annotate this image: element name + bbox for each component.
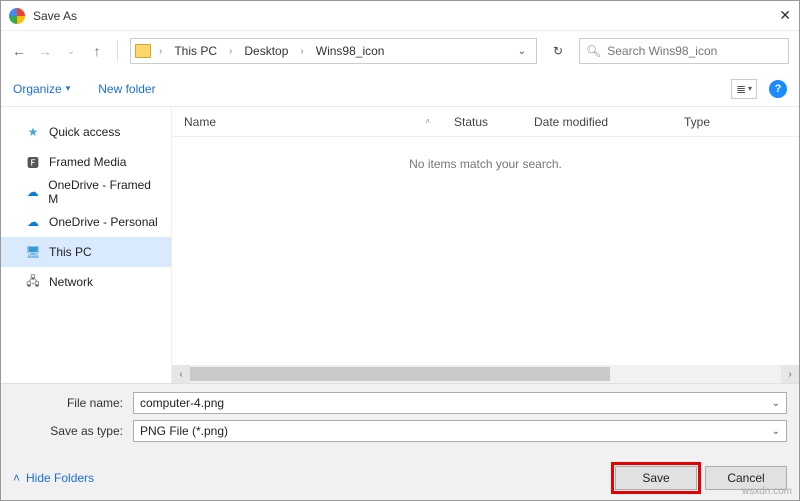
close-button[interactable]: ✕	[751, 7, 791, 24]
help-button[interactable]: ?	[769, 80, 787, 98]
savetype-label: Save as type:	[13, 424, 133, 438]
window-title: Save As	[33, 9, 751, 23]
navigation-row: ← → ⌄ ↑ › This PC › Desktop › Wins98_ico…	[1, 31, 799, 71]
chevron-up-icon: ˄	[13, 471, 20, 485]
chevron-down-icon[interactable]: ⌄	[772, 398, 780, 409]
star-icon: ★	[25, 124, 41, 140]
media-icon: 🅵	[25, 154, 41, 170]
breadcrumb-desktop[interactable]: Desktop	[240, 42, 292, 60]
view-options-button[interactable]: ≣ ▾	[731, 79, 757, 99]
save-as-dialog: Save As ✕ ← → ⌄ ↑ › This PC › Desktop › …	[0, 0, 800, 501]
sidebar-item-onedrive-personal[interactable]: ☁ OneDrive - Personal	[1, 207, 171, 237]
filename-input[interactable]: computer-4.png ⌄	[133, 392, 787, 414]
new-folder-button[interactable]: New folder	[98, 82, 155, 96]
organize-menu[interactable]: Organize ▾	[13, 82, 70, 96]
sidebar-item-quick-access[interactable]: ★ Quick access	[1, 117, 171, 147]
chevron-icon[interactable]: ›	[296, 46, 307, 57]
folder-icon	[135, 44, 151, 58]
breadcrumb-thispc[interactable]: This PC	[170, 42, 221, 60]
refresh-button[interactable]: ↻	[543, 38, 573, 64]
empty-message: No items match your search.	[172, 137, 799, 365]
column-type[interactable]: Type	[672, 115, 799, 129]
breadcrumb-bar[interactable]: › This PC › Desktop › Wins98_icon ⌄	[130, 38, 537, 64]
separator	[117, 40, 118, 62]
watermark: wsxdn.com	[742, 486, 792, 497]
organize-label: Organize	[13, 82, 62, 96]
column-name[interactable]: Name ˄	[172, 115, 442, 129]
hide-folders-label: Hide Folders	[26, 471, 94, 485]
savetype-select[interactable]: PNG File (*.png) ⌄	[133, 420, 787, 442]
save-button[interactable]: Save	[615, 466, 697, 490]
recent-dropdown-icon[interactable]: ⌄	[63, 43, 79, 59]
chevron-down-icon: ▾	[66, 83, 71, 94]
column-status[interactable]: Status	[442, 115, 522, 129]
body-area: ★ Quick access 🅵 Framed Media ☁ OneDrive…	[1, 107, 799, 383]
search-input[interactable]	[607, 44, 782, 58]
breadcrumb-folder[interactable]: Wins98_icon	[312, 42, 389, 60]
sidebar-label: OneDrive - Personal	[49, 215, 158, 229]
sidebar-item-framed-media[interactable]: 🅵 Framed Media	[1, 147, 171, 177]
horizontal-scrollbar[interactable]: ‹ ›	[172, 365, 799, 383]
cloud-icon: ☁	[25, 184, 40, 200]
col-label: Name	[184, 115, 216, 129]
file-list-area: Name ˄ Status Date modified Type No item…	[171, 107, 799, 383]
actions-row: ˄ Hide Folders Save Cancel	[13, 448, 787, 490]
sidebar-item-this-pc[interactable]: 🖥 This PC	[1, 237, 171, 267]
scroll-left-icon[interactable]: ‹	[172, 365, 190, 383]
titlebar: Save As ✕	[1, 1, 799, 31]
sidebar-item-onedrive-framed[interactable]: ☁ OneDrive - Framed M	[1, 177, 171, 207]
chevron-icon[interactable]: ›	[225, 46, 236, 57]
toolbar: Organize ▾ New folder ≣ ▾ ?	[1, 71, 799, 107]
sidebar-label: Network	[49, 275, 93, 289]
sidebar-label: OneDrive - Framed M	[48, 178, 159, 206]
savetype-value: PNG File (*.png)	[140, 424, 772, 438]
chevron-icon[interactable]: ›	[155, 46, 166, 57]
up-button[interactable]: ↑	[89, 43, 105, 59]
sidebar-label: Framed Media	[49, 155, 126, 169]
cloud-icon: ☁	[25, 214, 41, 230]
scroll-thumb[interactable]	[190, 367, 610, 381]
sidebar-label: This PC	[49, 245, 92, 259]
sidebar-item-network[interactable]: 🖧 Network	[1, 267, 171, 297]
bottom-panel: File name: computer-4.png ⌄ Save as type…	[1, 383, 799, 500]
breadcrumb-dropdown-icon[interactable]: ⌄	[512, 46, 532, 57]
chevron-down-icon[interactable]: ⌄	[772, 426, 780, 437]
filename-label: File name:	[13, 396, 133, 410]
scroll-right-icon[interactable]: ›	[781, 365, 799, 383]
filename-row: File name: computer-4.png ⌄	[13, 392, 787, 414]
column-headers: Name ˄ Status Date modified Type	[172, 107, 799, 137]
pc-icon: 🖥	[25, 244, 41, 260]
forward-button[interactable]: →	[37, 43, 53, 59]
sidebar-label: Quick access	[49, 125, 120, 139]
savetype-row: Save as type: PNG File (*.png) ⌄	[13, 420, 787, 442]
nav-arrows: ← → ⌄ ↑	[11, 43, 105, 59]
chrome-icon	[9, 8, 25, 24]
network-icon: 🖧	[25, 274, 41, 290]
filename-value: computer-4.png	[140, 396, 772, 410]
sidebar: ★ Quick access 🅵 Framed Media ☁ OneDrive…	[1, 107, 171, 383]
search-icon: 🔍︎	[586, 44, 601, 58]
sort-indicator-icon: ˄	[425, 117, 430, 126]
back-button[interactable]: ←	[11, 43, 27, 59]
column-date[interactable]: Date modified	[522, 115, 672, 129]
search-box[interactable]: 🔍︎	[579, 38, 789, 64]
hide-folders-toggle[interactable]: ˄ Hide Folders	[13, 471, 94, 485]
